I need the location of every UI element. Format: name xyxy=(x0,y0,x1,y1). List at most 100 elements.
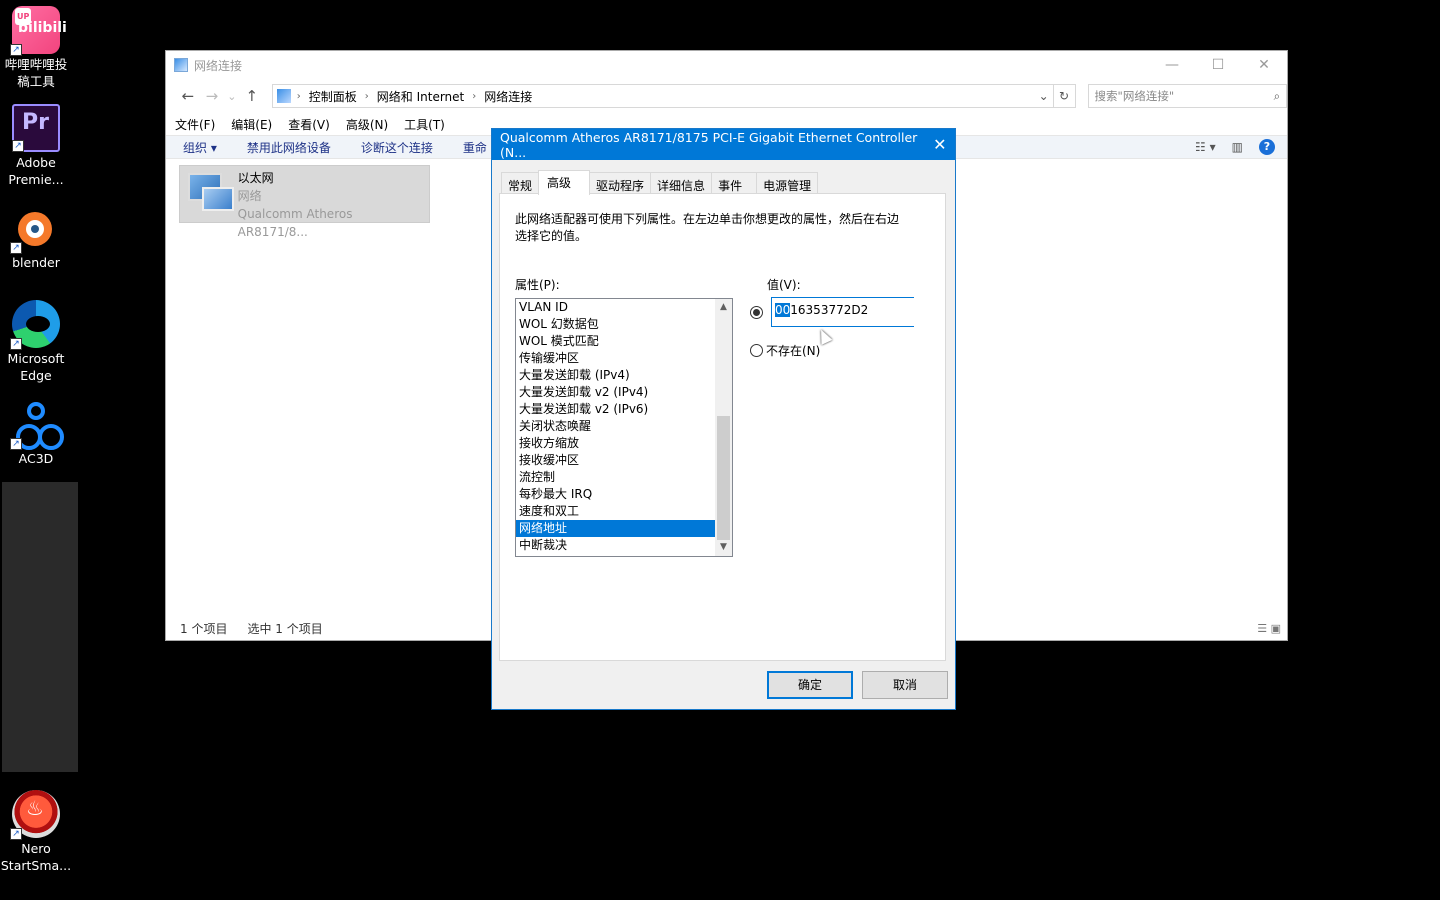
property-listbox[interactable]: VLAN ID WOL 幻数据包 WOL 模式匹配 传输缓冲区 大量发送卸载 (… xyxy=(515,298,733,557)
tab-advanced[interactable]: 高级 xyxy=(538,170,591,195)
not-present-label[interactable]: 不存在(N) xyxy=(766,342,820,359)
search-input[interactable]: 搜索"网络连接" ⌕ xyxy=(1087,84,1288,108)
recent-locations-button[interactable]: ⌄ xyxy=(224,90,240,103)
address-bar[interactable]: › 控制面板 › 网络和 Internet › 网络连接 ⌄ xyxy=(271,84,1054,108)
desktop-icon-label: Adobe Premie... xyxy=(8,155,64,187)
scroll-up-icon[interactable]: ▲ xyxy=(715,299,732,316)
list-item[interactable]: 中断裁决 xyxy=(516,537,715,554)
ok-button[interactable]: 确定 xyxy=(767,671,853,699)
tab-events[interactable]: 事件 xyxy=(711,172,758,194)
scroll-down-icon[interactable]: ▼ xyxy=(715,539,732,556)
list-item[interactable]: 速度和双工 xyxy=(516,503,715,520)
desktop-icon-bilibili[interactable]: UP bilibili ↗ 哔哩哔哩投稿工具 xyxy=(0,6,72,90)
diagnose-button[interactable]: 诊断这个连接 xyxy=(361,139,433,156)
preview-pane-icon[interactable]: ▥ xyxy=(1232,140,1243,154)
list-item[interactable]: 大量发送卸载 v2 (IPv6) xyxy=(516,401,715,418)
scroll-thumb[interactable] xyxy=(717,416,730,540)
control-panel-icon xyxy=(276,89,291,103)
window-title: 网络连接 xyxy=(194,58,243,73)
address-dropdown-icon[interactable]: ⌄ xyxy=(1035,89,1053,103)
desktop-icon-blender[interactable]: ↗ blender xyxy=(0,204,72,271)
value-label: 值(V): xyxy=(767,278,801,292)
tab-power-management[interactable]: 电源管理 xyxy=(756,172,819,194)
minimize-button[interactable]: — xyxy=(1149,57,1195,73)
list-item[interactable]: VLAN ID xyxy=(516,299,715,316)
list-item[interactable]: 大量发送卸载 (IPv4) xyxy=(516,367,715,384)
desktop-blank-region xyxy=(2,482,78,772)
dialog-titlebar[interactable]: Qualcomm Atheros AR8171/8175 PCI-E Gigab… xyxy=(492,129,955,160)
list-item[interactable]: 传输缓冲区 xyxy=(516,350,715,367)
window-titlebar[interactable]: 网络连接 — ☐ ✕ xyxy=(166,51,1287,79)
desktop-icon-edge[interactable]: ↗ Microsoft Edge xyxy=(0,300,72,384)
adapter-name: 以太网 xyxy=(237,171,274,185)
list-item[interactable]: 每秒最大 IRQ xyxy=(516,486,715,503)
desktop-icon-label: Nero StartSma... xyxy=(0,841,72,873)
nero-icon: ♨ ↗ xyxy=(10,790,60,840)
back-button[interactable]: ← xyxy=(176,87,200,105)
menu-edit[interactable]: 编辑(E) xyxy=(231,116,272,133)
help-icon[interactable]: ? xyxy=(1259,139,1275,155)
breadcrumb-separator: › xyxy=(364,90,369,102)
close-button[interactable]: ✕ xyxy=(1241,57,1287,73)
breadcrumb-network-internet[interactable]: 网络和 Internet xyxy=(377,88,464,105)
adapter-type: 网络 xyxy=(237,189,262,203)
menu-tools[interactable]: 工具(T) xyxy=(404,116,445,133)
not-present-radio[interactable] xyxy=(750,344,763,357)
adapter-device: Qualcomm Atheros AR8171/8... xyxy=(237,207,353,239)
refresh-button[interactable]: ↻ xyxy=(1053,84,1076,108)
premiere-icon: Pr ↗ xyxy=(12,104,60,152)
cancel-button[interactable]: 取消 xyxy=(862,671,948,699)
dialog-title: Qualcomm Atheros AR8171/8175 PCI-E Gigab… xyxy=(500,129,918,160)
ethernet-item[interactable]: 以太网 网络 Qualcomm Atheros AR8171/8... xyxy=(179,165,430,239)
menu-file[interactable]: 文件(F) xyxy=(175,116,215,133)
list-item[interactable]: 关闭状态唤醒 xyxy=(516,418,715,435)
maximize-button[interactable]: ☐ xyxy=(1195,57,1241,73)
network-address-input[interactable]: 0016353772D2 xyxy=(771,297,914,327)
disable-device-button[interactable]: 禁用此网络设备 xyxy=(247,139,331,156)
value-radio[interactable] xyxy=(750,306,763,319)
list-item[interactable]: 接收缓冲区 xyxy=(516,452,715,469)
tab-general[interactable]: 常规 xyxy=(501,172,540,194)
menu-view[interactable]: 查看(V) xyxy=(288,116,330,133)
breadcrumb-control-panel[interactable]: 控制面板 xyxy=(309,88,357,105)
address-row: ← → ⌄ ↑ › 控制面板 › 网络和 Internet › 网络连接 ⌄ ↻… xyxy=(166,79,1288,113)
tab-driver[interactable]: 驱动程序 xyxy=(589,172,652,194)
rename-button[interactable]: 重命 xyxy=(463,139,487,156)
list-scrollbar[interactable]: ▲ ▼ xyxy=(715,299,732,556)
list-item[interactable]: 流控制 xyxy=(516,469,715,486)
list-item[interactable]: 大量发送卸载 v2 (IPv4) xyxy=(516,384,715,401)
change-view-icon[interactable]: ☷ ▾ xyxy=(1195,140,1216,154)
organize-button[interactable]: 组织 ▾ xyxy=(183,139,217,156)
menu-advanced[interactable]: 高级(N) xyxy=(346,116,388,133)
view-toggle-icons[interactable]: ☰ ▣ xyxy=(1257,622,1281,635)
bilibili-icon: UP bilibili ↗ xyxy=(10,6,67,56)
search-placeholder: 搜索"网络连接" xyxy=(1094,89,1175,103)
shortcut-arrow-icon: ↗ xyxy=(10,338,22,350)
desktop-icon-label: blender xyxy=(12,255,60,270)
desktop-icon-label: AC3D xyxy=(18,451,54,466)
search-icon[interactable]: ⌕ xyxy=(1274,89,1280,104)
breadcrumb-separator: › xyxy=(296,90,301,102)
tab-details[interactable]: 详细信息 xyxy=(650,172,713,194)
breadcrumb-network-connections[interactable]: 网络连接 xyxy=(484,88,532,105)
desktop-icon-premiere[interactable]: Pr ↗ Adobe Premie... xyxy=(0,104,72,188)
list-item[interactable]: WOL 模式匹配 xyxy=(516,333,715,350)
shortcut-arrow-icon: ↗ xyxy=(10,828,22,840)
desktop-icon-label: 哔哩哔哩投稿工具 xyxy=(4,57,68,89)
edge-icon: ↗ xyxy=(10,300,60,350)
shortcut-arrow-icon: ↗ xyxy=(10,438,22,450)
list-item[interactable]: WOL 幻数据包 xyxy=(516,316,715,333)
property-label: 属性(P): xyxy=(515,278,560,292)
desktop-icon-ac3d[interactable]: ↗ AC3D xyxy=(0,400,72,467)
forward-button[interactable]: → xyxy=(200,87,224,105)
list-item-selected[interactable]: 网络地址 xyxy=(516,520,715,537)
dialog-close-button[interactable]: ✕ xyxy=(925,135,955,154)
shortcut-arrow-icon: ↗ xyxy=(10,44,22,56)
blender-icon: ↗ xyxy=(10,204,60,254)
up-button[interactable]: ↑ xyxy=(240,87,264,105)
desktop-icon-nero[interactable]: ♨ ↗ Nero StartSma... xyxy=(0,790,72,874)
breadcrumb-separator: › xyxy=(472,90,477,102)
shortcut-arrow-icon: ↗ xyxy=(10,242,22,254)
item-count: 1 个项目 xyxy=(180,621,228,636)
list-item[interactable]: 接收方缩放 xyxy=(516,435,715,452)
